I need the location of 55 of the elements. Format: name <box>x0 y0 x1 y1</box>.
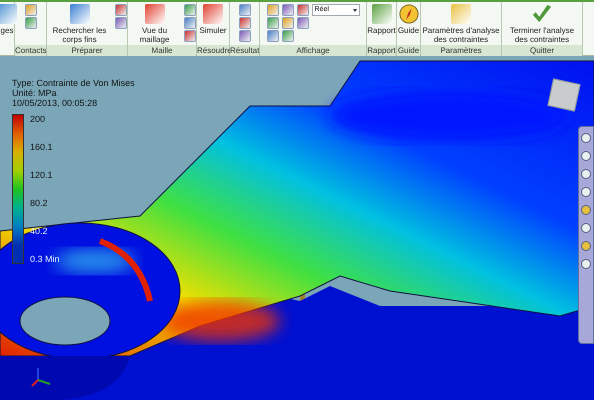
ribbon-button[interactable]: ges <box>0 4 18 35</box>
tool-icon[interactable] <box>266 4 278 16</box>
tool-icon[interactable] <box>184 17 196 29</box>
tool-icon[interactable] <box>24 4 36 16</box>
scale-label: 200 <box>30 114 46 124</box>
group-label: Résoudre <box>197 45 229 56</box>
tool-icon[interactable] <box>238 4 250 16</box>
ribbon-button[interactable]: Rapport <box>366 4 397 35</box>
group-label: Résultat <box>230 45 259 56</box>
ribbon-button[interactable]: Rechercher les corps fins <box>47 4 112 44</box>
tool-icon[interactable] <box>282 17 294 29</box>
scale-label: 40.2 <box>30 226 49 236</box>
tool-icon[interactable] <box>184 4 196 16</box>
tool-icon[interactable] <box>238 17 250 29</box>
tool-icon[interactable] <box>282 30 294 42</box>
tool-icon <box>372 4 392 24</box>
group-label: Guide <box>397 45 420 56</box>
group-label: Maille <box>128 45 196 56</box>
tool-icon <box>451 4 471 24</box>
compass-icon <box>398 4 418 24</box>
tool-icon[interactable] <box>115 4 127 16</box>
scale-label: 120.1 <box>30 170 54 180</box>
tool-icon[interactable] <box>24 17 36 29</box>
axis-triad-icon <box>30 366 52 388</box>
scale-label: 80.2 <box>30 198 49 208</box>
group-label: Rapport <box>367 45 396 56</box>
ribbon-button[interactable]: Simuler <box>198 4 228 35</box>
ribbon-button[interactable]: Vue du maillage <box>128 4 181 44</box>
group-label: Préparer <box>47 45 127 56</box>
tool-icon[interactable] <box>266 30 278 42</box>
ribbon-button[interactable]: Paramètres d'analyse des contraintes <box>421 4 501 44</box>
ribbon-button[interactable]: Guide <box>396 4 420 35</box>
result-type: Type: Contrainte de Von Mises <box>12 78 135 88</box>
tool-icon[interactable] <box>282 4 294 16</box>
tool-icon <box>144 4 164 24</box>
group-label: Affichage <box>260 45 366 56</box>
tool-icon[interactable] <box>184 30 196 42</box>
tool-icon[interactable] <box>296 4 308 16</box>
tool-icon[interactable] <box>266 17 278 29</box>
group-label: Contacts <box>15 45 46 56</box>
result-unit: Unité: MPa <box>12 88 58 98</box>
checkmark-icon <box>531 4 553 24</box>
scale-label: 0.3 Min <box>30 254 60 264</box>
group-label: Quitter <box>502 45 582 56</box>
tool-icon[interactable] <box>238 30 250 42</box>
tool-icon <box>203 4 223 24</box>
tool-icon[interactable] <box>115 17 127 29</box>
tool-icon <box>0 4 17 24</box>
tool-icon <box>70 4 90 24</box>
group-label: Paramètres <box>421 45 501 56</box>
ribbon-button[interactable]: Terminer l'analyse des contraintes <box>502 4 582 44</box>
tool-icon[interactable] <box>296 17 308 29</box>
scale-label: 160.1 <box>30 142 54 152</box>
caret-icon <box>352 8 356 12</box>
result-date: 10/05/2013, 00:05:28 <box>12 98 98 108</box>
